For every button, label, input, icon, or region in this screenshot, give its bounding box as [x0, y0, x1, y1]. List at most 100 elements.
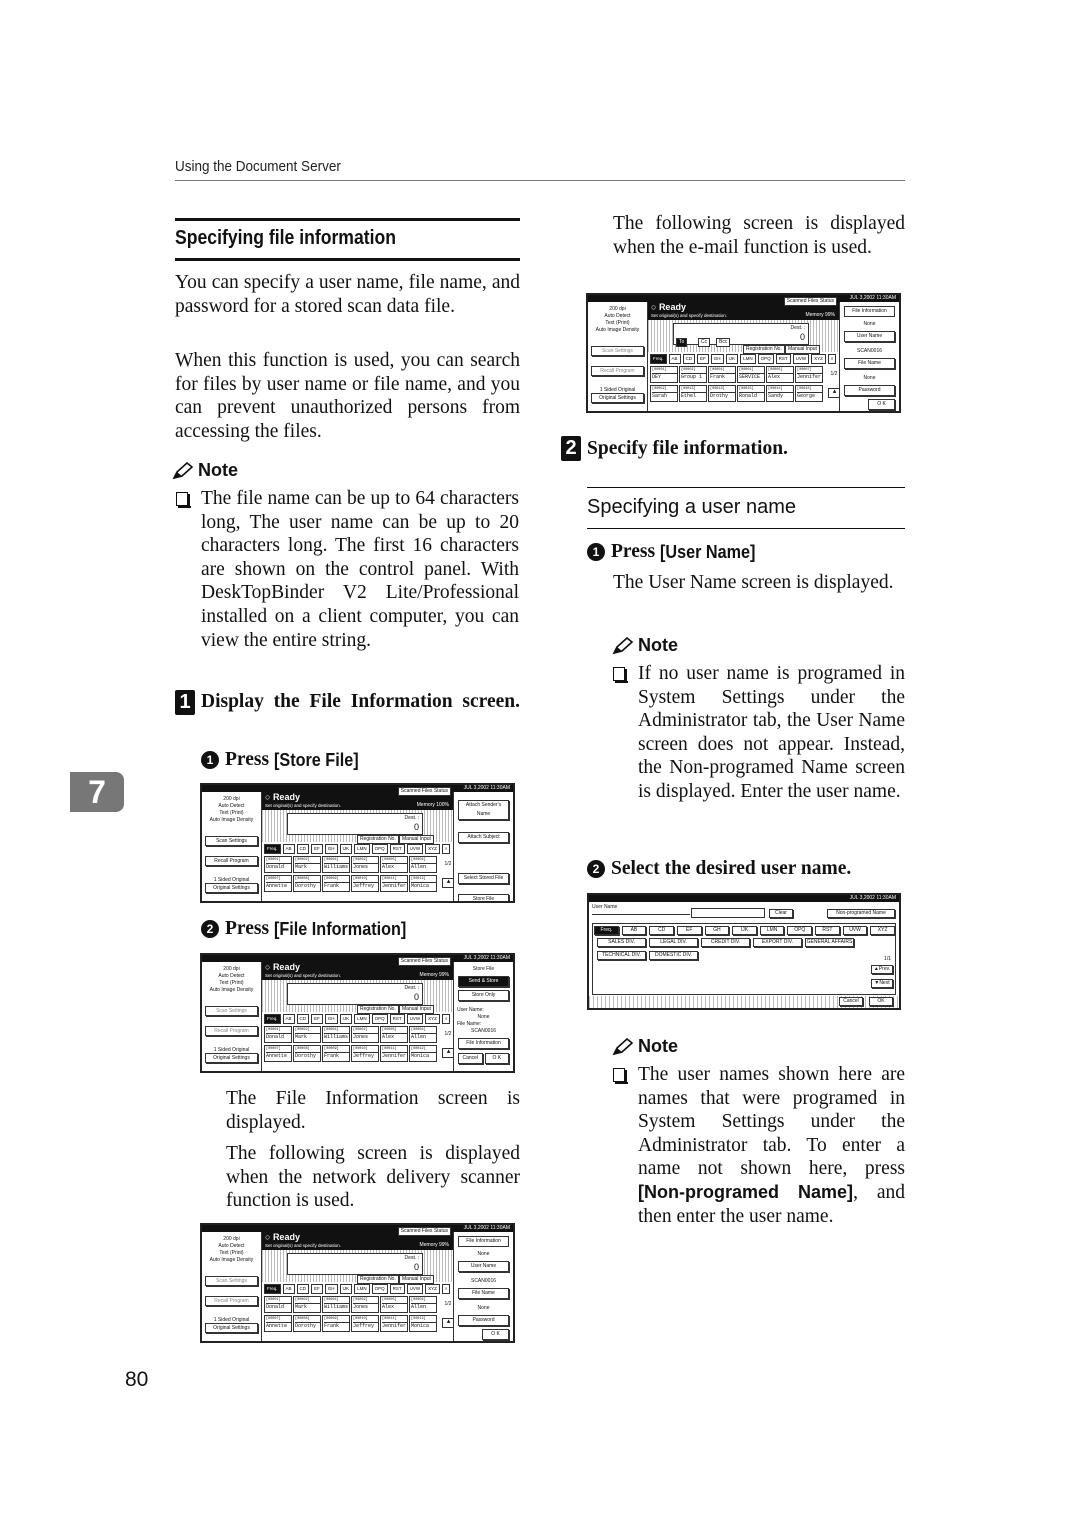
address-tab[interactable]: IJK — [339, 1014, 353, 1024]
scan-settings-button[interactable]: Scan Settings — [205, 836, 258, 846]
user-name-tab[interactable]: XYZ — [870, 926, 895, 935]
password-button[interactable]: Password — [458, 1315, 509, 1326]
destination-cell[interactable]: [00001] DEY — [650, 366, 678, 383]
registration-no-button[interactable]: Registration No. — [357, 1005, 399, 1014]
destination-cell[interactable]: [00001] Donald — [264, 1026, 292, 1043]
file-name-button[interactable]: File Name — [458, 1288, 509, 1299]
password-button[interactable]: Password — [844, 385, 895, 396]
user-name-option[interactable]: SALES DIV. — [597, 938, 646, 947]
address-tab[interactable]: GH — [324, 1014, 338, 1024]
destination-cell[interactable]: [00004] Williams — [322, 1296, 350, 1313]
address-tab[interactable]: OPQ — [371, 1284, 388, 1294]
destination-cell[interactable]: [00009] Frank — [322, 1045, 350, 1062]
address-tab[interactable]: RST — [389, 1014, 405, 1024]
address-tab[interactable]: OPQ — [371, 1014, 388, 1024]
user-name-option[interactable]: DOMESTIC DIV. — [649, 951, 698, 960]
registration-no-button[interactable]: Registration No. — [743, 345, 785, 354]
destination-cell[interactable]: [00002] Group 1 — [679, 366, 707, 383]
user-name-tab[interactable]: EF — [676, 926, 702, 935]
address-tab[interactable]: EF — [311, 1014, 323, 1024]
user-name-tab[interactable]: Freq. — [594, 926, 619, 935]
attach-subject-button[interactable]: Attach Subject — [458, 832, 509, 843]
next-button[interactable]: ▼Next — [871, 979, 893, 988]
destination-cell[interactable]: [00012] Monica — [409, 1315, 437, 1332]
destination-cell[interactable]: [00002] Mark — [293, 856, 321, 873]
destination-cell[interactable]: [00008] Dorothy — [293, 1045, 321, 1062]
scanned-files-status-button[interactable]: Scanned Files Status — [397, 1227, 451, 1236]
ok-button[interactable]: O K — [868, 399, 895, 410]
user-name-input[interactable] — [691, 908, 765, 918]
address-tab[interactable]: CD — [296, 844, 310, 854]
store-file-button[interactable]: Store File — [458, 894, 509, 901]
destination-cell[interactable]: [00010] Jeffrey — [351, 875, 379, 892]
user-name-button[interactable]: User Name — [458, 1261, 509, 1272]
destination-cell[interactable]: [00008] Dorothy — [293, 1315, 321, 1332]
ok-button[interactable]: O K — [482, 1329, 509, 1340]
address-tab[interactable]: UVW — [406, 844, 424, 854]
destination-cell[interactable]: [00015] George — [795, 385, 823, 402]
recall-program-button[interactable]: Recall Program — [205, 856, 258, 866]
select-stored-file-button[interactable]: Select Stored File — [458, 873, 509, 884]
address-tab[interactable]: Freq. — [264, 844, 281, 854]
non-programed-name-button[interactable]: Non-programed Name — [827, 909, 895, 918]
user-name-tab[interactable]: IJK — [732, 926, 757, 935]
attach-senders-name-button[interactable]: Attach Sender's Name — [458, 800, 509, 820]
recall-program-button[interactable]: Recall Program — [205, 1026, 258, 1036]
prev-button[interactable]: ▲Prev. — [871, 965, 893, 974]
address-tab[interactable]: LMN — [354, 1014, 370, 1024]
scanned-files-status-button[interactable]: Scanned Files Status — [783, 297, 837, 306]
destination-cell[interactable]: [00052] Sarah — [650, 385, 678, 402]
destination-cell[interactable]: [00008] Dorothy — [293, 875, 321, 892]
destination-cell[interactable]: [00011] Jennifer — [380, 1315, 408, 1332]
store-only-button[interactable]: Store Only — [458, 990, 509, 1001]
user-name-tab[interactable]: UVW — [842, 926, 868, 935]
address-tab[interactable]: LMN — [354, 844, 370, 854]
destination-cell[interactable]: [00007] Annette — [264, 1315, 292, 1332]
manual-input-button[interactable]: Manual Input — [399, 835, 434, 844]
registration-no-button[interactable]: Registration No. — [357, 1275, 399, 1284]
user-name-tab[interactable]: LMN — [759, 926, 785, 935]
address-tab[interactable]: AB — [282, 1284, 295, 1294]
user-name-option[interactable]: EXPORT DIV. — [753, 938, 802, 947]
destination-cell[interactable]: [00004] Allen — [409, 856, 437, 873]
address-tab[interactable]: AB — [282, 844, 295, 854]
original-settings-button[interactable]: Original Settings — [591, 393, 644, 403]
scan-settings-button[interactable]: Scan Settings — [591, 346, 644, 356]
search-icon[interactable]: ⌕ — [441, 1014, 451, 1024]
user-name-option[interactable]: GENERAL AFFAIRS — [805, 938, 854, 947]
address-tab[interactable]: CD — [296, 1284, 310, 1294]
address-tab[interactable]: RST — [775, 354, 791, 364]
scanned-files-status-button[interactable]: Scanned Files Status — [397, 787, 451, 796]
cancel-button[interactable]: Cancel — [839, 997, 863, 1006]
address-tab[interactable]: LMN — [354, 1284, 370, 1294]
scanned-files-status-button[interactable]: Scanned Files Status — [397, 957, 451, 966]
manual-input-button[interactable]: Manual Input — [785, 345, 820, 354]
destination-cell[interactable]: [00007] Jennifer — [795, 366, 823, 383]
recall-program-button[interactable]: Recall Program — [591, 366, 644, 376]
bcc-button[interactable]: Bcc — [716, 338, 731, 347]
destination-cell[interactable]: [00004] Allen — [409, 1296, 437, 1313]
destination-cell[interactable]: [00015] Ronald — [737, 385, 765, 402]
cancel-button[interactable]: Cancel — [458, 1053, 483, 1064]
send-and-store-button[interactable]: Send & Store — [458, 976, 509, 987]
original-settings-button[interactable]: Original Settings — [205, 1323, 258, 1333]
destination-cell[interactable]: [00009] Frank — [322, 1315, 350, 1332]
search-icon[interactable]: ⌕ — [827, 354, 837, 364]
address-tab[interactable]: GH — [324, 1284, 338, 1294]
destination-cell[interactable]: [00005] Alex — [380, 1026, 408, 1043]
address-tab[interactable]: OPQ — [757, 354, 774, 364]
destination-cell[interactable]: [00014] Sandy — [766, 385, 794, 402]
address-tab[interactable]: EF — [311, 844, 323, 854]
ok-button[interactable]: OK — [869, 997, 893, 1006]
destination-cell[interactable]: [00005] Alex — [380, 1296, 408, 1313]
destination-cell[interactable]: [00002] Mark — [293, 1026, 321, 1043]
address-tab[interactable]: LMN — [740, 354, 756, 364]
file-name-button[interactable]: File Name — [844, 358, 895, 369]
address-tab[interactable]: Freq. — [650, 354, 667, 364]
file-information-button[interactable]: File Information — [458, 1038, 509, 1049]
destination-cell[interactable]: [00001] Donald — [264, 1296, 292, 1313]
destination-cell[interactable]: [00001] Donald — [264, 856, 292, 873]
destination-cell[interactable]: [00004] Frank — [708, 366, 736, 383]
destination-cell[interactable]: [00002] Jones — [351, 1026, 379, 1043]
address-tab[interactable]: IJK — [725, 354, 739, 364]
